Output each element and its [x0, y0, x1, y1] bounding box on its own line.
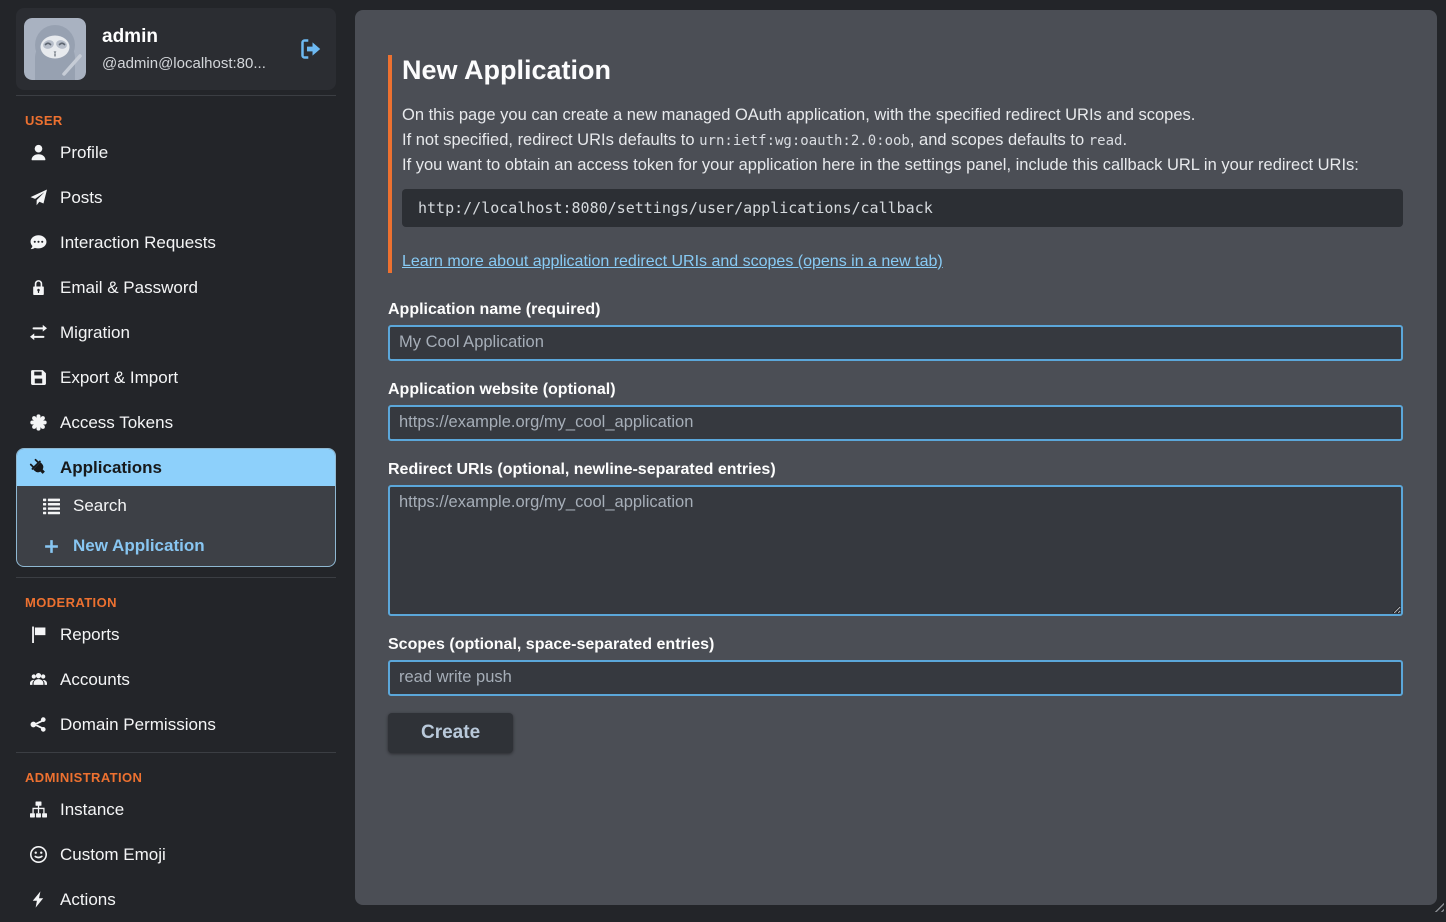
page-header: New Application On this page you can cre…: [388, 55, 1403, 273]
user-names: admin @admin@localhost:80...: [102, 26, 282, 72]
section-label-user: USER: [25, 113, 336, 128]
new-application-form: Application name (required) Application …: [388, 301, 1403, 753]
sidebar-subitem-search[interactable]: Search: [17, 486, 335, 526]
scopes-field-group: Scopes (optional, space-separated entrie…: [388, 636, 1403, 696]
comment-dots-icon: [29, 234, 47, 251]
sidebar-item-custom-emoji[interactable]: Custom Emoji: [16, 832, 336, 877]
sidebar-item-migration[interactable]: Migration: [16, 310, 336, 355]
sidebar-item-applications[interactable]: Applications: [17, 449, 335, 486]
description-line-3: If you want to obtain an access token fo…: [402, 153, 1403, 178]
main-panel: New Application On this page you can cre…: [355, 10, 1437, 905]
smile-icon: [29, 846, 47, 863]
users-icon: [29, 671, 47, 688]
user-card: admin @admin@localhost:80...: [16, 8, 336, 90]
application-website-label: Application website (optional): [388, 381, 1403, 399]
flag-icon: [29, 626, 47, 643]
sidebar-item-label: Custom Emoji: [60, 845, 166, 865]
sidebar-item-posts[interactable]: Posts: [16, 175, 336, 220]
paper-plane-icon: [29, 189, 47, 206]
application-website-field-group: Application website (optional): [388, 381, 1403, 441]
sidebar-item-label: Email & Password: [60, 278, 198, 298]
user-icon: [29, 144, 47, 161]
sidebar-item-label: Migration: [60, 323, 130, 343]
redirect-uris-label: Redirect URIs (optional, newline-separat…: [388, 461, 1403, 479]
section-label-administration: ADMINISTRATION: [25, 770, 336, 785]
sidebar-item-label: Domain Permissions: [60, 715, 216, 735]
share-nodes-icon: [29, 716, 47, 733]
application-name-input[interactable]: [388, 325, 1403, 361]
sidebar-item-access-tokens[interactable]: Access Tokens: [16, 400, 336, 445]
plus-icon: [42, 538, 60, 555]
sidebar-item-label: Applications: [60, 458, 162, 478]
create-button[interactable]: Create: [388, 713, 513, 753]
inline-code-read: read: [1089, 133, 1123, 149]
plug-icon: [29, 459, 47, 476]
bolt-icon: [29, 891, 47, 908]
application-name-label: Application name (required): [388, 301, 1403, 319]
sidebar-subitem-label: New Application: [73, 536, 205, 556]
sidebar-item-interaction-requests[interactable]: Interaction Requests: [16, 220, 336, 265]
sidebar-item-label: Access Tokens: [60, 413, 173, 433]
logout-icon[interactable]: [298, 36, 324, 62]
sidebar-item-label: Interaction Requests: [60, 233, 216, 253]
callback-url-code-block: http://localhost:8080/settings/user/appl…: [402, 189, 1403, 227]
page-title: New Application: [402, 55, 1403, 86]
sidebar-divider: [16, 577, 336, 578]
sidebar-item-profile[interactable]: Profile: [16, 130, 336, 175]
scopes-label: Scopes (optional, space-separated entrie…: [388, 636, 1403, 654]
sidebar-item-label: Reports: [60, 625, 120, 645]
exchange-arrows-icon: [29, 324, 47, 341]
description-line-2: If not specified, redirect URIs defaults…: [402, 128, 1403, 154]
learn-more-link[interactable]: Learn more about application redirect UR…: [402, 253, 943, 271]
avatar: [24, 18, 86, 80]
scopes-input[interactable]: [388, 660, 1403, 696]
page-description: On this page you can create a new manage…: [402, 103, 1403, 178]
application-website-input[interactable]: [388, 405, 1403, 441]
redirect-uris-textarea[interactable]: [388, 485, 1403, 616]
certificate-icon: [29, 414, 47, 431]
lock-icon: [29, 279, 47, 296]
sidebar-subitem-label: Search: [73, 496, 127, 516]
section-label-moderation: MODERATION: [25, 595, 336, 610]
description-line-1: On this page you can create a new manage…: [402, 103, 1403, 128]
redirect-uris-field-group: Redirect URIs (optional, newline-separat…: [388, 461, 1403, 616]
sidebar-item-label: Posts: [60, 188, 103, 208]
sidebar-item-instance[interactable]: Instance: [16, 787, 336, 832]
settings-sidebar: admin @admin@localhost:80... USER Profil…: [0, 0, 355, 914]
application-name-field-group: Application name (required): [388, 301, 1403, 361]
inline-code-oob: urn:ietf:wg:oauth:2.0:oob: [699, 133, 910, 149]
user-handle: @admin@localhost:80...: [102, 55, 282, 72]
sidebar-item-email-password[interactable]: Email & Password: [16, 265, 336, 310]
sidebar-subitem-new-application[interactable]: New Application: [17, 526, 335, 566]
sidebar-divider: [16, 95, 336, 96]
sidebar-item-export-import[interactable]: Export & Import: [16, 355, 336, 400]
sitemap-icon: [29, 801, 47, 818]
sidebar-item-label: Actions: [60, 890, 116, 910]
sidebar-item-label: Accounts: [60, 670, 130, 690]
sidebar-item-label: Export & Import: [60, 368, 178, 388]
sidebar-item-reports[interactable]: Reports: [16, 612, 336, 657]
applications-group: Applications Search New Application: [16, 448, 336, 567]
sidebar-item-accounts[interactable]: Accounts: [16, 657, 336, 702]
floppy-disk-icon: [29, 369, 47, 386]
username: admin: [102, 26, 282, 48]
sidebar-item-domain-permissions[interactable]: Domain Permissions: [16, 702, 336, 747]
sidebar-item-label: Profile: [60, 143, 108, 163]
sidebar-item-actions[interactable]: Actions: [16, 877, 336, 922]
list-icon: [42, 498, 60, 515]
sidebar-divider: [16, 752, 336, 753]
sidebar-item-label: Instance: [60, 800, 124, 820]
